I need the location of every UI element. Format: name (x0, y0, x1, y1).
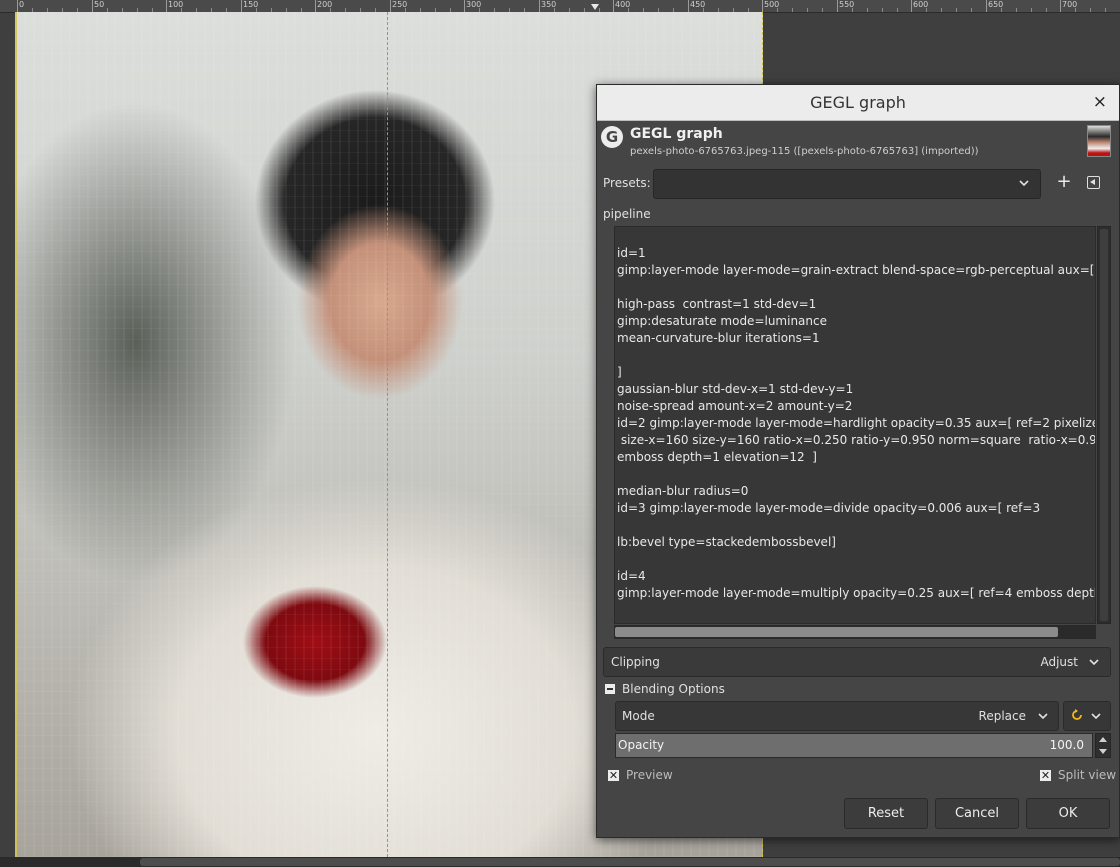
ruler-minor-tick (807, 8, 808, 12)
collapse-icon[interactable] (605, 684, 615, 694)
rotate-arrow-icon (1072, 709, 1082, 720)
spin-down-icon[interactable] (1099, 749, 1107, 754)
image-thumbnail (1087, 125, 1111, 157)
ruler-minor-tick (867, 8, 868, 12)
ruler-tick (241, 0, 242, 12)
ruler-label: 50 (94, 0, 105, 9)
ruler-minor-tick (1075, 8, 1076, 12)
opacity-value: 100.0 (1049, 738, 1084, 752)
presets-dropdown[interactable] (653, 169, 1041, 199)
ruler-minor-tick (971, 8, 972, 12)
canvas-scrollbar-thumb[interactable] (140, 858, 1120, 866)
composite-mode-button[interactable] (1063, 701, 1111, 731)
ruler-tick (464, 0, 465, 12)
ruler-minor-tick (1016, 8, 1017, 12)
ruler-tick (92, 0, 93, 12)
mode-value: Replace (978, 709, 1026, 723)
pipeline-text-area[interactable]: id=1 gimp:layer-mode layer-mode=grain-ex… (614, 226, 1096, 624)
dialog-window-title: GEGL graph (810, 93, 906, 112)
split-view-checkbox[interactable]: ✕ (1040, 770, 1051, 781)
chevron-down-icon (1089, 659, 1099, 666)
ruler-minor-tick (941, 8, 942, 12)
pipeline-text[interactable]: id=1 gimp:layer-mode layer-mode=grain-ex… (615, 227, 1095, 602)
ruler-minor-tick (926, 8, 927, 12)
mode-label: Mode (622, 709, 655, 723)
chevron-down-icon (1091, 713, 1101, 720)
ruler-tick (390, 0, 391, 12)
reset-button[interactable]: Reset (844, 798, 928, 829)
ruler-minor-tick (1105, 8, 1106, 12)
ruler-tick (1060, 0, 1061, 12)
ruler-minor-tick (1031, 8, 1032, 12)
ruler-pointer-marker (591, 4, 599, 10)
preview-label[interactable]: Preview (626, 768, 673, 782)
ok-button[interactable]: OK (1026, 798, 1110, 829)
ruler-tick (539, 0, 540, 12)
clipping-dropdown[interactable]: Clipping Adjust (603, 647, 1111, 677)
ruler-tick (688, 0, 689, 12)
gegl-logo-icon: G (601, 126, 623, 148)
blending-options-label[interactable]: Blending Options (622, 682, 725, 696)
ruler-label: 0 (19, 0, 25, 9)
ruler-tick (911, 0, 912, 12)
header-title: GEGL graph (630, 126, 723, 142)
ruler-minor-tick (822, 8, 823, 12)
pipeline-label: pipeline (603, 207, 651, 221)
preview-checkbox[interactable]: ✕ (608, 770, 619, 781)
pipeline-vscroll-thumb[interactable] (1100, 229, 1108, 621)
header-subtitle: pexels-photo-6765763.jpeg-115 ([pexels-p… (630, 146, 979, 157)
opacity-spinner[interactable] (1095, 733, 1111, 758)
pipeline-hscroll-thumb[interactable] (615, 627, 1058, 637)
ruler-tick (166, 0, 167, 12)
split-view-guide (387, 12, 388, 857)
spin-up-icon[interactable] (1099, 737, 1107, 742)
ruler-tick (837, 0, 838, 12)
close-icon[interactable]: × (1093, 92, 1107, 112)
opacity-slider-fill (616, 734, 1092, 757)
presets-label: Presets: (603, 176, 651, 190)
ruler-tick (986, 0, 987, 12)
ruler-tick (762, 0, 763, 12)
dialog-titlebar[interactable]: GEGL graph × (597, 85, 1119, 121)
ruler-tick (613, 0, 614, 12)
ruler-minor-tick (777, 8, 778, 12)
opacity-label: Opacity (618, 738, 665, 752)
ruler-minor-tick (792, 8, 793, 12)
ruler-tick (17, 0, 18, 12)
presets-menu-icon[interactable] (1087, 176, 1100, 189)
canvas-left-edge-guide (15, 12, 17, 857)
canvas-horizontal-scrollbar[interactable] (0, 857, 1120, 867)
ruler-minor-tick (956, 8, 957, 12)
split-view-label[interactable]: Split view (1058, 768, 1116, 782)
ruler-minor-tick (852, 8, 853, 12)
pipeline-vertical-scrollbar[interactable] (1097, 226, 1111, 624)
dialog-header: G GEGL graph pexels-photo-6765763.jpeg-1… (597, 121, 1119, 161)
ruler-minor-tick (882, 8, 883, 12)
mode-dropdown[interactable]: Mode Replace (615, 701, 1059, 731)
gegl-graph-dialog: GEGL graph × G GEGL graph pexels-photo-6… (596, 84, 1120, 838)
ruler-minor-tick (1090, 8, 1091, 12)
ruler-minor-tick (1046, 8, 1047, 12)
opacity-slider[interactable]: Opacity 100.0 (615, 733, 1093, 758)
chevron-down-icon (1019, 180, 1029, 187)
cancel-button[interactable]: Cancel (935, 798, 1019, 829)
pipeline-horizontal-scrollbar[interactable] (614, 625, 1096, 639)
clipping-value: Adjust (1040, 655, 1078, 669)
ruler-minor-tick (1001, 8, 1002, 12)
ruler-minor-tick (897, 8, 898, 12)
add-preset-icon[interactable]: + (1055, 173, 1073, 193)
ruler-tick (315, 0, 316, 12)
chevron-down-icon (1038, 713, 1048, 720)
clipping-label: Clipping (611, 655, 660, 669)
